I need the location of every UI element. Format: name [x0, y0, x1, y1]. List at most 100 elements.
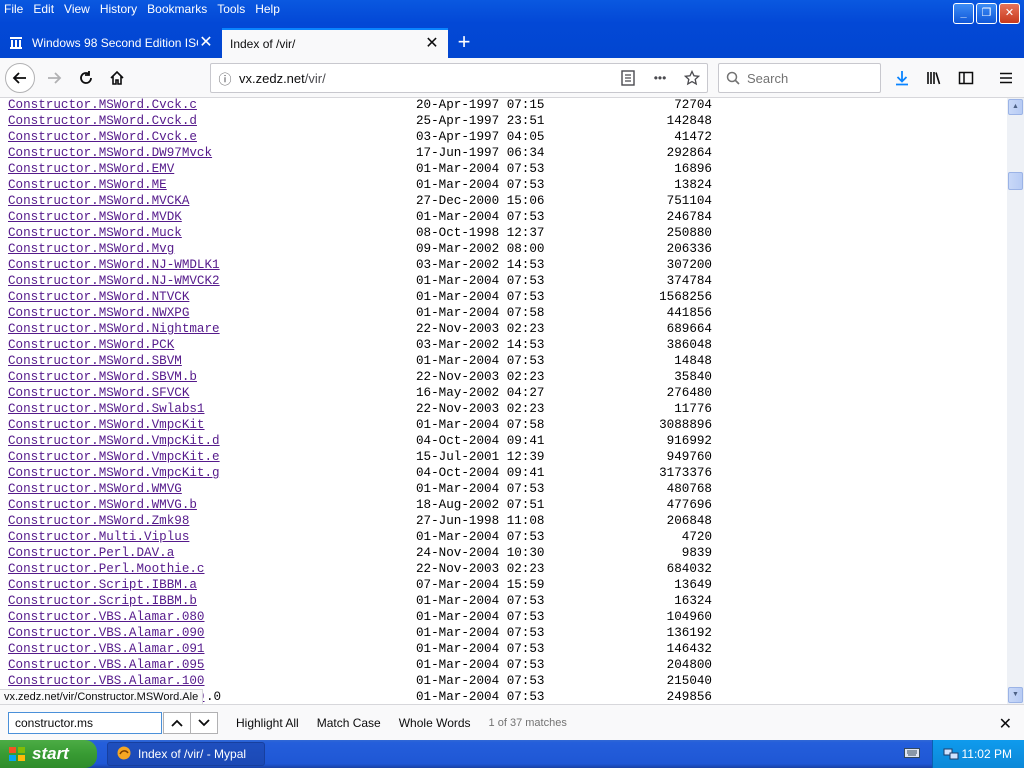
- back-button[interactable]: [5, 63, 35, 93]
- file-link[interactable]: Constructor.VBS.Alamar.090: [8, 625, 205, 641]
- scroll-down-button[interactable]: ▼: [1008, 687, 1023, 703]
- file-link[interactable]: Constructor.MSWord.VmpcKit: [8, 417, 205, 433]
- search-box[interactable]: [718, 63, 881, 93]
- file-link[interactable]: Constructor.VBS.Alamar.100: [8, 673, 205, 689]
- file-link[interactable]: Constructor.MSWord.VmpcKit.g: [8, 465, 220, 481]
- library-icon: [927, 72, 941, 85]
- file-size: 246784: [666, 210, 712, 224]
- title-bar: File Edit View History Bookmarks Tools H…: [0, 0, 1024, 58]
- file-link[interactable]: Constructor.MSWord.WMVG: [8, 481, 182, 497]
- file-link[interactable]: Constructor.Script.IBBM.a: [8, 577, 197, 593]
- file-link[interactable]: Constructor.MSWord.SFVCK: [8, 385, 189, 401]
- tab-windows98[interactable]: Windows 98 Second Edition ISO File ✕: [0, 28, 222, 58]
- url-text[interactable]: vx.zedz.net/vir/: [239, 71, 613, 86]
- menu-bookmarks[interactable]: Bookmarks: [143, 0, 213, 18]
- file-link[interactable]: Constructor.VBS.Alamar.080: [8, 609, 205, 625]
- address-bar[interactable]: ⓘ vx.zedz.net/vir/ •••: [210, 63, 708, 93]
- file-link[interactable]: Constructor.MSWord.ME: [8, 177, 167, 193]
- file-date: 07-Mar-2004 15:59: [416, 578, 545, 592]
- menu-file[interactable]: File: [0, 0, 29, 18]
- file-link[interactable]: Constructor.MSWord.Zmk98: [8, 513, 189, 529]
- file-link[interactable]: Constructor.Script.IBBM.b: [8, 593, 197, 609]
- file-link[interactable]: Constructor.MSWord.PCK: [8, 337, 174, 353]
- reader-view-icon[interactable]: [613, 64, 643, 92]
- file-date: 01-Mar-2004 07:53: [416, 162, 545, 176]
- file-size: 276480: [666, 386, 712, 400]
- search-input[interactable]: [747, 70, 867, 86]
- reload-button[interactable]: [72, 64, 100, 92]
- file-link[interactable]: Constructor.MSWord.VmpcKit.e: [8, 449, 220, 465]
- file-size: 16896: [674, 162, 712, 176]
- file-date: 08-Oct-1998 12:37: [416, 226, 545, 240]
- network-icon[interactable]: [943, 746, 959, 765]
- file-link[interactable]: Constructor.MSWord.Swlabs1: [8, 401, 205, 417]
- file-link[interactable]: Constructor.VBS.Alamar.091: [8, 641, 205, 657]
- file-link[interactable]: Constructor.MSWord.EMV: [8, 161, 174, 177]
- close-window-button[interactable]: ✕: [999, 3, 1020, 24]
- find-previous-button[interactable]: [163, 711, 191, 734]
- sidebar-button[interactable]: [952, 64, 980, 92]
- close-findbar-icon[interactable]: ✕: [999, 714, 1012, 734]
- maximize-button[interactable]: ❐: [976, 3, 997, 24]
- whole-words-toggle[interactable]: Whole Words: [399, 716, 471, 730]
- file-size: 292864: [666, 146, 712, 160]
- bookmark-star-icon[interactable]: [677, 64, 707, 92]
- menu-tools[interactable]: Tools: [213, 0, 251, 18]
- forward-button[interactable]: [40, 64, 68, 92]
- menu-view[interactable]: View: [60, 0, 96, 18]
- match-case-toggle[interactable]: Match Case: [317, 716, 381, 730]
- file-link[interactable]: Constructor.MSWord.MVDK: [8, 209, 182, 225]
- page-actions-icon[interactable]: •••: [643, 64, 677, 92]
- tab-index-vir[interactable]: Index of /vir/ ✕: [222, 28, 448, 58]
- file-link[interactable]: Constructor.MSWord.NTVCK: [8, 289, 189, 305]
- hamburger-menu-icon: [1000, 72, 1012, 84]
- file-link[interactable]: Constructor.Multi.Viplus: [8, 529, 189, 545]
- file-link[interactable]: Constructor.MSWord.Muck: [8, 225, 182, 241]
- file-link[interactable]: Constructor.MSWord.VmpcKit.d: [8, 433, 220, 449]
- close-tab-icon[interactable]: ✕: [198, 35, 214, 51]
- file-link[interactable]: Constructor.MSWord.SBVM: [8, 353, 182, 369]
- file-link[interactable]: Constructor.MSWord.Nightmare: [8, 321, 220, 337]
- file-link[interactable]: Constructor.MSWord.Cvck.d: [8, 113, 197, 129]
- menu-history[interactable]: History: [96, 0, 143, 18]
- file-link[interactable]: Constructor.MSWord.NJ-WMVCK2: [8, 273, 220, 289]
- file-link[interactable]: Constructor.MSWord.DW97Mvck: [8, 145, 212, 161]
- file-link[interactable]: Constructor.Perl.Moothie.c: [8, 561, 205, 577]
- site-info-icon[interactable]: ⓘ: [211, 69, 239, 88]
- file-link[interactable]: Constructor.Perl.DAV.a: [8, 545, 174, 561]
- file-link[interactable]: Constructor.MSWord.NJ-WMDLK1: [8, 257, 220, 273]
- file-link[interactable]: Constructor.MSWord.Cvck.e: [8, 129, 197, 145]
- highlight-all-toggle[interactable]: Highlight All: [236, 716, 299, 730]
- start-button[interactable]: start: [0, 740, 97, 768]
- file-link[interactable]: Constructor.MSWord.Mvg: [8, 241, 174, 257]
- taskbar-item-mypal[interactable]: Index of /vir/ - Mypal: [107, 742, 265, 766]
- menu-edit[interactable]: Edit: [29, 0, 60, 18]
- library-button[interactable]: [920, 64, 948, 92]
- file-size: 72704: [674, 98, 712, 112]
- downloads-button[interactable]: [888, 64, 916, 92]
- file-date: 03-Mar-2002 14:53: [416, 338, 545, 352]
- home-button[interactable]: [103, 64, 131, 92]
- file-link[interactable]: Constructor.MSWord.MVCKA: [8, 193, 189, 209]
- menu-help[interactable]: Help: [251, 0, 286, 18]
- scroll-thumb[interactable]: [1008, 172, 1023, 190]
- new-tab-button[interactable]: +: [452, 31, 476, 54]
- minimize-button[interactable]: _: [953, 3, 974, 24]
- file-link[interactable]: Constructor.VBS.Alamar.095: [8, 657, 205, 673]
- file-link[interactable]: Constructor.MSWord.WMVG.b: [8, 497, 197, 513]
- keyboard-icon[interactable]: [904, 747, 920, 762]
- scroll-up-button[interactable]: ▲: [1008, 99, 1023, 115]
- hamburger-menu-button[interactable]: [992, 64, 1020, 92]
- find-input[interactable]: constructor.ms: [8, 711, 162, 734]
- vertical-scrollbar[interactable]: ▲ ▼: [1007, 98, 1024, 704]
- file-size: 206848: [666, 514, 712, 528]
- close-tab-icon[interactable]: ✕: [424, 36, 440, 52]
- find-next-button[interactable]: [190, 711, 218, 734]
- file-size: 249856: [666, 690, 712, 704]
- file-link[interactable]: Constructor.MSWord.NWXPG: [8, 305, 189, 321]
- file-size: 1568256: [659, 290, 712, 304]
- file-link[interactable]: Constructor.MSWord.Cvck.c: [8, 98, 197, 113]
- file-link[interactable]: Constructor.MSWord.SBVM.b: [8, 369, 197, 385]
- file-date: 01-Mar-2004 07:58: [416, 306, 545, 320]
- file-date: 01-Mar-2004 07:53: [416, 690, 545, 704]
